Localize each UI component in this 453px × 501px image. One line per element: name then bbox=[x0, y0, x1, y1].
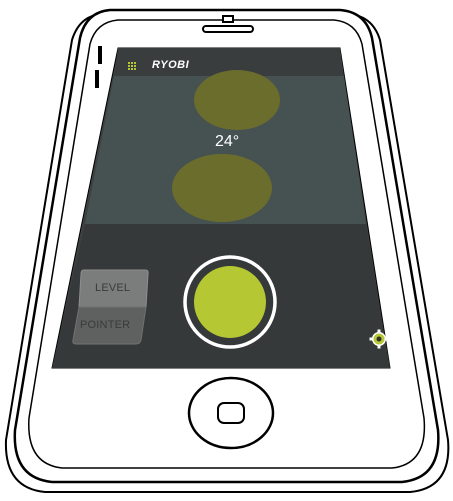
volume-button bbox=[95, 70, 99, 88]
phone-illustration bbox=[4, 8, 450, 493]
brand-logo: RYOBI bbox=[152, 59, 190, 71]
mode-option-pointer[interactable]: POINTER bbox=[80, 319, 130, 331]
level-bubble-bottom bbox=[172, 154, 272, 222]
mode-option-level[interactable]: LEVEL bbox=[95, 282, 130, 294]
home-button-icon[interactable] bbox=[187, 376, 275, 450]
volume-button bbox=[98, 46, 102, 64]
grid-menu-icon[interactable] bbox=[128, 62, 136, 70]
angle-reading: 24° bbox=[215, 133, 240, 150]
earpiece bbox=[202, 25, 254, 33]
front-camera bbox=[222, 15, 234, 23]
shutter-button[interactable] bbox=[194, 266, 266, 338]
app-stage: RYOBI 24° LEVEL POINTER bbox=[0, 0, 453, 501]
level-bubble-top bbox=[194, 70, 280, 130]
